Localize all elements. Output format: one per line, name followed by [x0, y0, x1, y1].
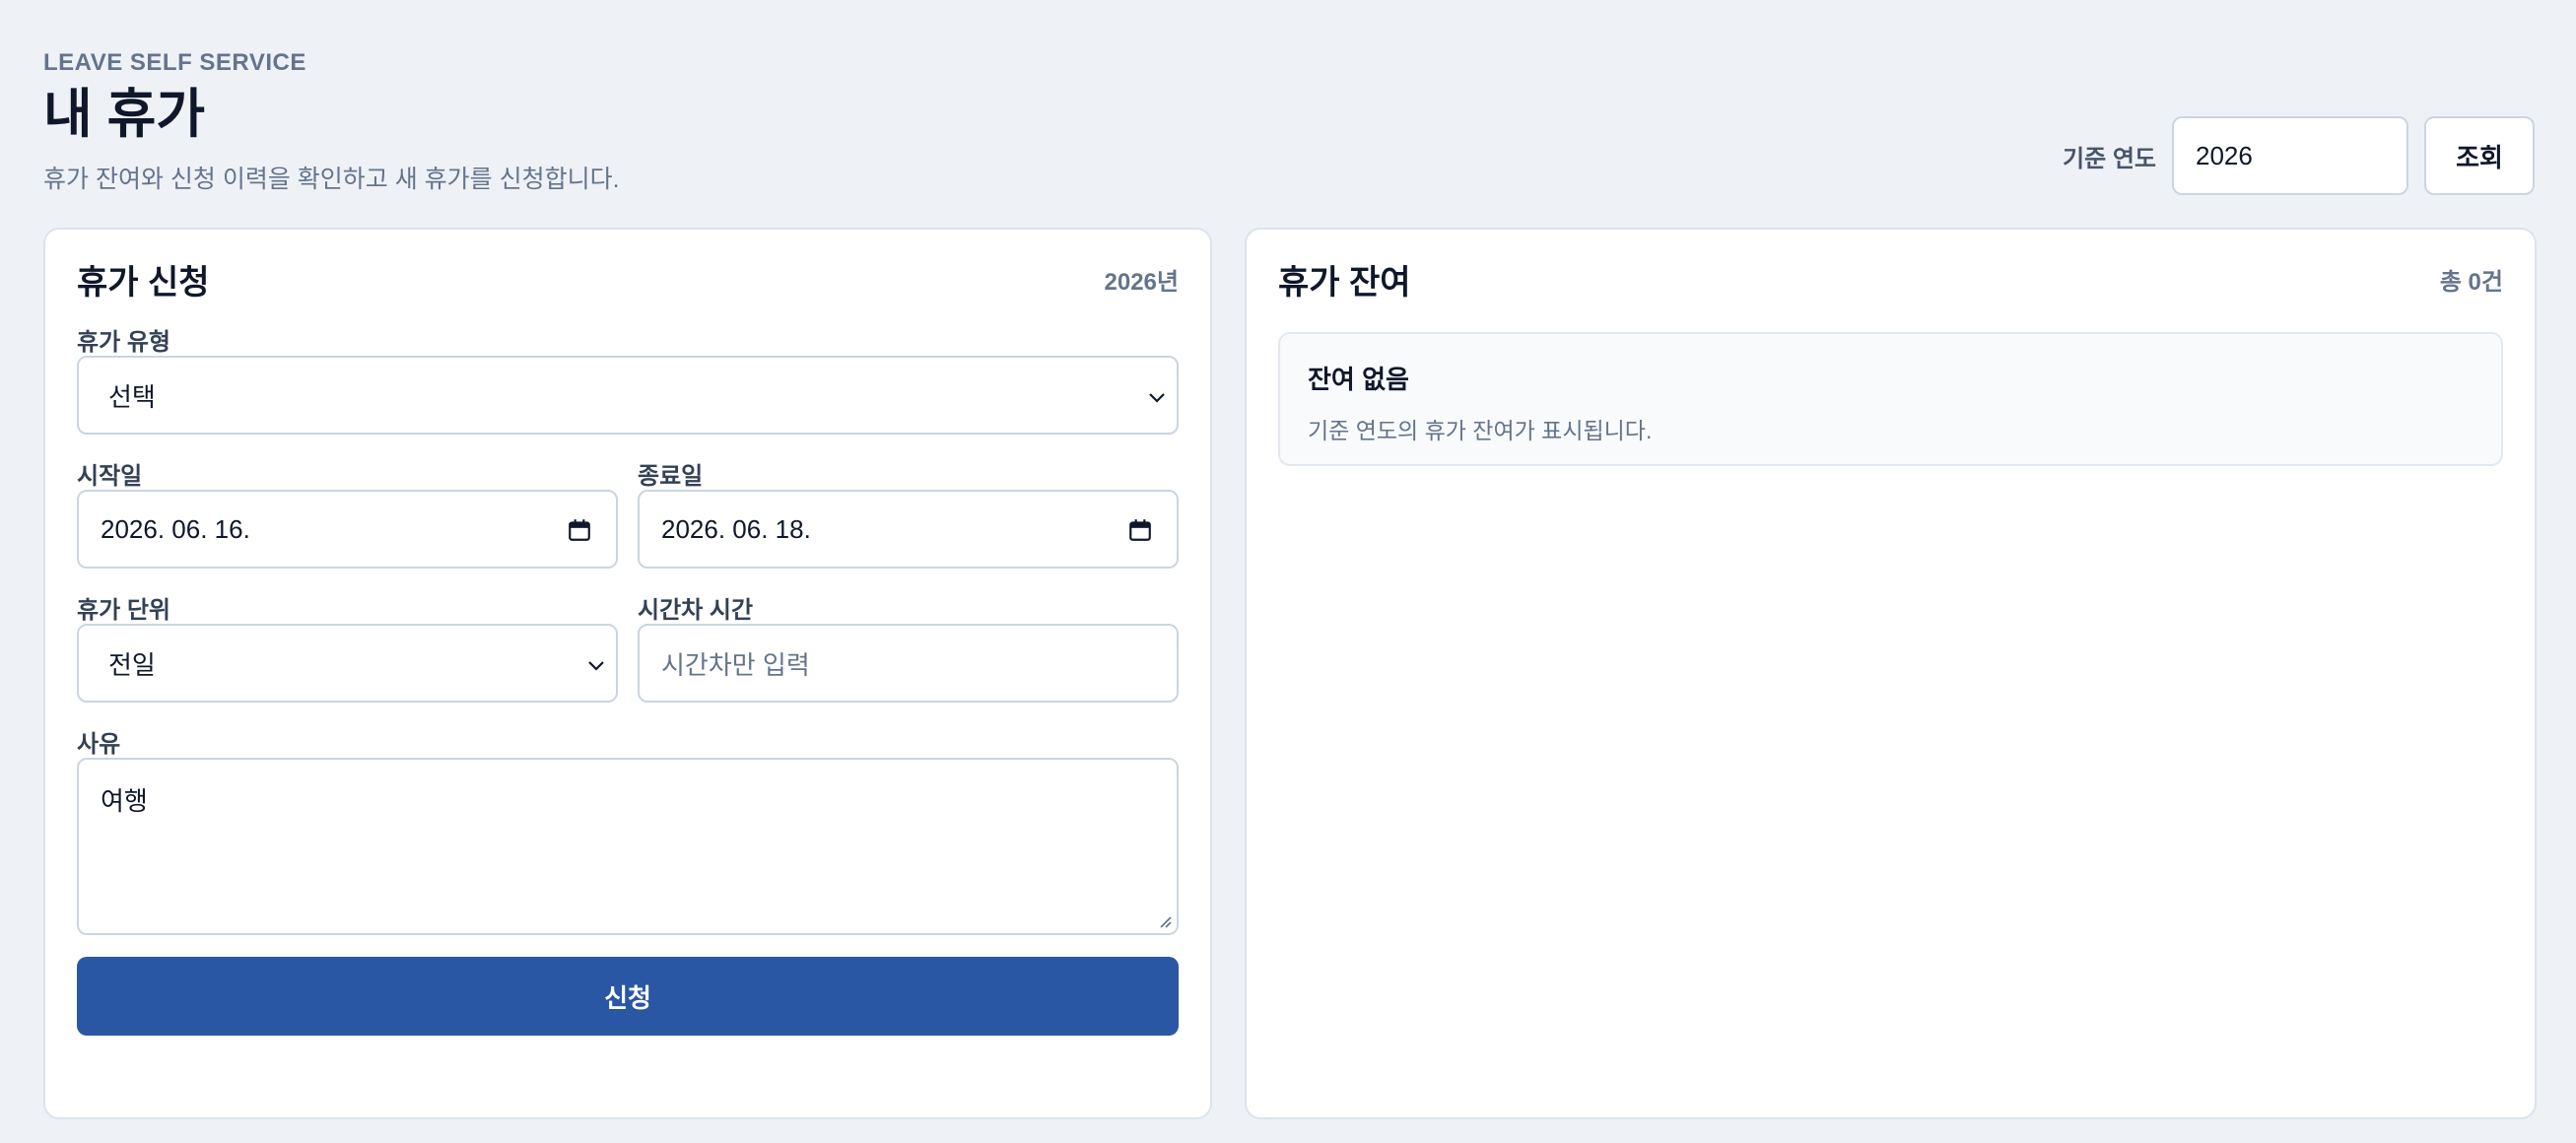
balance-card-title: 휴가 잔여: [1278, 263, 1411, 302]
hourly-time-input[interactable]: 시간차만 입력: [638, 624, 1179, 703]
hourly-time-label: 시간차 시간: [638, 597, 754, 624]
request-card-header: 휴가 신청 2026년: [77, 259, 1179, 302]
balance-card-header: 휴가 잔여 총 0건: [1278, 259, 2503, 302]
start-date-label: 시작일: [77, 463, 143, 490]
page-header: LEAVE SELF SERVICE 내 휴가 휴가 잔여와 신청 이력을 확인…: [43, 49, 620, 195]
request-card-title: 휴가 신청: [77, 263, 210, 302]
leave-type-label: 휴가 유형: [77, 329, 170, 356]
page-subtitle: 휴가 잔여와 신청 이력을 확인하고 새 휴가를 신청합니다.: [43, 166, 620, 193]
leave-type-select[interactable]: 선택: [77, 356, 1179, 435]
end-date-label: 종료일: [638, 463, 704, 490]
leave-unit-value: 전일: [108, 649, 156, 680]
empty-state: 잔여 없음 기준 연도의 휴가 잔여가 표시됩니다.: [1278, 332, 2503, 466]
empty-state-description: 기준 연도의 휴가 잔여가 표시됩니다.: [1308, 418, 1653, 443]
balance-count: 총 0건: [2439, 268, 2503, 296]
leave-unit-select[interactable]: 전일: [77, 624, 618, 703]
leave-unit-label: 휴가 단위: [77, 597, 170, 624]
end-date-value: 2026. 06. 18.: [661, 513, 811, 544]
request-year-badge: 2026년: [1104, 268, 1179, 296]
leave-type-value: 선택: [108, 381, 156, 412]
resize-handle-icon[interactable]: [1155, 911, 1173, 929]
leave-balance-card: 휴가 잔여 총 0건 잔여 없음 기준 연도의 휴가 잔여가 표시됩니다.: [1245, 228, 2537, 1119]
chevron-down-icon: [1149, 393, 1165, 403]
year-filter: 기준 연도 조회: [2063, 116, 2535, 195]
page-eyebrow: LEAVE SELF SERVICE: [43, 49, 306, 76]
reason-value: 여행: [101, 786, 148, 816]
empty-state-title: 잔여 없음: [1308, 365, 1409, 394]
submit-button[interactable]: 신청: [77, 957, 1179, 1036]
year-input[interactable]: [2172, 116, 2408, 195]
leave-request-card: 휴가 신청 2026년 휴가 유형 선택 시작일 2026. 06. 16. 종…: [43, 228, 1212, 1119]
reason-label: 사유: [77, 731, 121, 758]
hourly-time-placeholder: 시간차만 입력: [661, 649, 810, 680]
chevron-down-icon: [588, 661, 604, 671]
start-date-input[interactable]: 2026. 06. 16.: [77, 490, 618, 569]
calendar-icon[interactable]: [1127, 517, 1153, 543]
end-date-input[interactable]: 2026. 06. 18.: [638, 490, 1179, 569]
reason-textarea[interactable]: 여행: [77, 758, 1179, 935]
year-filter-label: 기준 연도: [2063, 145, 2156, 172]
query-button[interactable]: 조회: [2424, 116, 2535, 195]
calendar-icon[interactable]: [567, 517, 592, 543]
page-title: 내 휴가: [43, 85, 206, 144]
start-date-value: 2026. 06. 16.: [101, 513, 250, 544]
